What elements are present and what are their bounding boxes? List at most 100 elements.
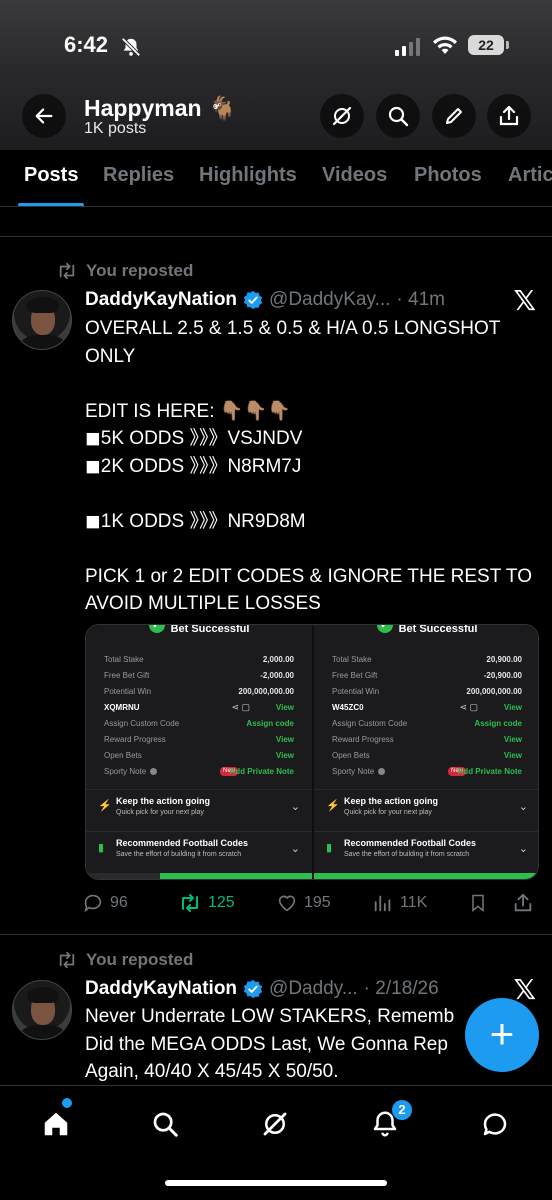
search-button[interactable]	[376, 94, 420, 138]
views-icon	[374, 895, 391, 912]
promo-row: ▮ Recommended Football Codes Save the ef…	[86, 831, 312, 871]
heart-icon	[278, 895, 296, 912]
tab-highlights[interactable]: Highlights	[199, 164, 297, 187]
view-link: View	[275, 735, 294, 744]
status-bar: 6:42 22	[0, 30, 552, 66]
promo-row: ▮ Recommended Football Codes Save the ef…	[314, 831, 538, 871]
nav-messages[interactable]	[475, 1104, 515, 1144]
home-icon	[44, 1112, 68, 1136]
bell-off-icon	[120, 36, 142, 63]
bookmark-icon: ▮	[98, 842, 105, 854]
view-link: View	[503, 735, 522, 744]
check-icon: ✓	[148, 625, 165, 634]
promo-subtitle: Save the effort of building it from scra…	[116, 851, 242, 858]
bookmark-button[interactable]	[468, 892, 488, 914]
back-button[interactable]	[22, 94, 66, 138]
divider	[0, 236, 552, 237]
assign-code-link: Assign code	[474, 719, 522, 728]
plus-icon: +	[489, 1010, 515, 1057]
message-icon	[483, 1113, 507, 1136]
tweet-author-line: DaddyKayNation @Daddy... · 2/18/26	[85, 978, 439, 1000]
repost-icon	[59, 262, 75, 280]
assign-code-link: Assign code	[246, 719, 294, 728]
nav-grok[interactable]	[255, 1104, 295, 1144]
chevron-down-icon: ⌄	[518, 843, 528, 855]
promo-row: ⚡ Keep the action going Quick pick for y…	[86, 789, 312, 829]
signal-icon	[395, 38, 421, 61]
tweet-text: OVERALL 2.5 & 1.5 & 0.5 & H/A 0.5 LONGSH…	[85, 318, 532, 614]
grok-icon	[263, 1112, 287, 1136]
row-label: Reward Progress	[104, 735, 166, 744]
tab-photos[interactable]: Photos	[414, 164, 482, 187]
add-note-link: Add Private Note	[457, 767, 522, 776]
free-bet: -2,000.00	[260, 671, 294, 680]
chevron-down-icon: ⌄	[290, 843, 300, 855]
row-label: Potential Win	[104, 687, 152, 696]
promo-title: Recommended Football Codes	[344, 838, 477, 848]
tweet-time: · 41m	[396, 289, 445, 310]
repost-label: You reposted	[86, 261, 194, 280]
row-label: Assign Custom Code	[104, 719, 180, 728]
active-tab-indicator	[18, 203, 84, 206]
chevron-down-icon: ⌄	[290, 801, 300, 813]
avatar[interactable]	[12, 290, 72, 350]
promo-title: Keep the action going	[344, 796, 439, 806]
profile-post-count: 1K posts	[84, 120, 147, 137]
compose-button[interactable]: +	[465, 998, 539, 1072]
row-label: Sporty Note	[104, 767, 147, 776]
repost-icon	[182, 894, 198, 912]
bookmark-icon: ▮	[326, 842, 333, 854]
row-label: Potential Win	[332, 687, 380, 696]
share-button[interactable]	[487, 94, 531, 138]
reply-icon	[84, 894, 102, 913]
share-icon	[499, 105, 519, 126]
promo-subtitle: Save the effort of building it from scra…	[344, 851, 470, 858]
potential-win: 200,000,000.00	[238, 687, 294, 696]
tab-videos[interactable]: Videos	[322, 164, 387, 187]
edit-button[interactable]	[432, 94, 476, 138]
row-label: Total Stake	[104, 655, 144, 664]
nav-home[interactable]	[36, 1104, 76, 1144]
grok-button[interactable]	[320, 94, 364, 138]
row-label: Total Stake	[332, 655, 372, 664]
lightning-icon: ⚡	[98, 800, 112, 812]
grok-icon	[332, 106, 352, 126]
tweet-media[interactable]: ✓ Bet Successful Total Stake 2,000.00 Free…	[85, 624, 539, 880]
like-count: 195	[304, 894, 331, 911]
reply-button[interactable]: 96	[82, 892, 128, 914]
promo-subtitle: Quick pick for your next play	[344, 809, 432, 816]
free-bet: -20,900.00	[483, 671, 522, 680]
bet-slip-card: ✓ Bet Successful Total Stake 2,000.00 Free…	[86, 625, 312, 879]
wifi-icon	[432, 36, 458, 61]
author-handle[interactable]: @DaddyKay...	[269, 289, 390, 311]
status-time: 6:42	[64, 32, 109, 57]
share-icon: ⋖ ▢	[231, 702, 250, 712]
add-note-link: Add Private Note	[229, 767, 294, 776]
promo-subtitle: Quick pick for your next play	[116, 809, 204, 816]
avatar[interactable]	[12, 980, 72, 1040]
share-button[interactable]	[512, 892, 534, 914]
info-icon	[150, 768, 158, 776]
author-name[interactable]: DaddyKayNation	[85, 978, 237, 1000]
total-stake: 20,900.00	[486, 655, 522, 664]
divider	[0, 934, 552, 935]
row-label: Free Bet Gift	[104, 671, 150, 680]
tab-posts[interactable]: Posts	[24, 164, 78, 187]
booking-code: W45ZC0	[332, 703, 364, 712]
author-name[interactable]: DaddyKayNation	[85, 289, 237, 311]
repost-button[interactable]: 125	[178, 892, 235, 914]
pencil-icon	[446, 108, 462, 124]
row-label: Free Bet Gift	[332, 671, 378, 680]
author-handle[interactable]: @Daddy...	[269, 978, 358, 1000]
view-count: 11K	[400, 894, 428, 911]
views-button[interactable]: 11K	[372, 892, 427, 914]
nav-search[interactable]	[145, 1104, 185, 1144]
like-button[interactable]: 195	[276, 892, 331, 914]
progress-bar	[314, 873, 538, 879]
tab-articles[interactable]: Artic	[508, 164, 552, 187]
repost-count: 125	[208, 894, 235, 911]
search-icon	[388, 106, 409, 127]
tab-replies[interactable]: Replies	[103, 164, 174, 187]
row-label: Reward Progress	[332, 735, 394, 744]
view-link: View	[503, 751, 522, 760]
